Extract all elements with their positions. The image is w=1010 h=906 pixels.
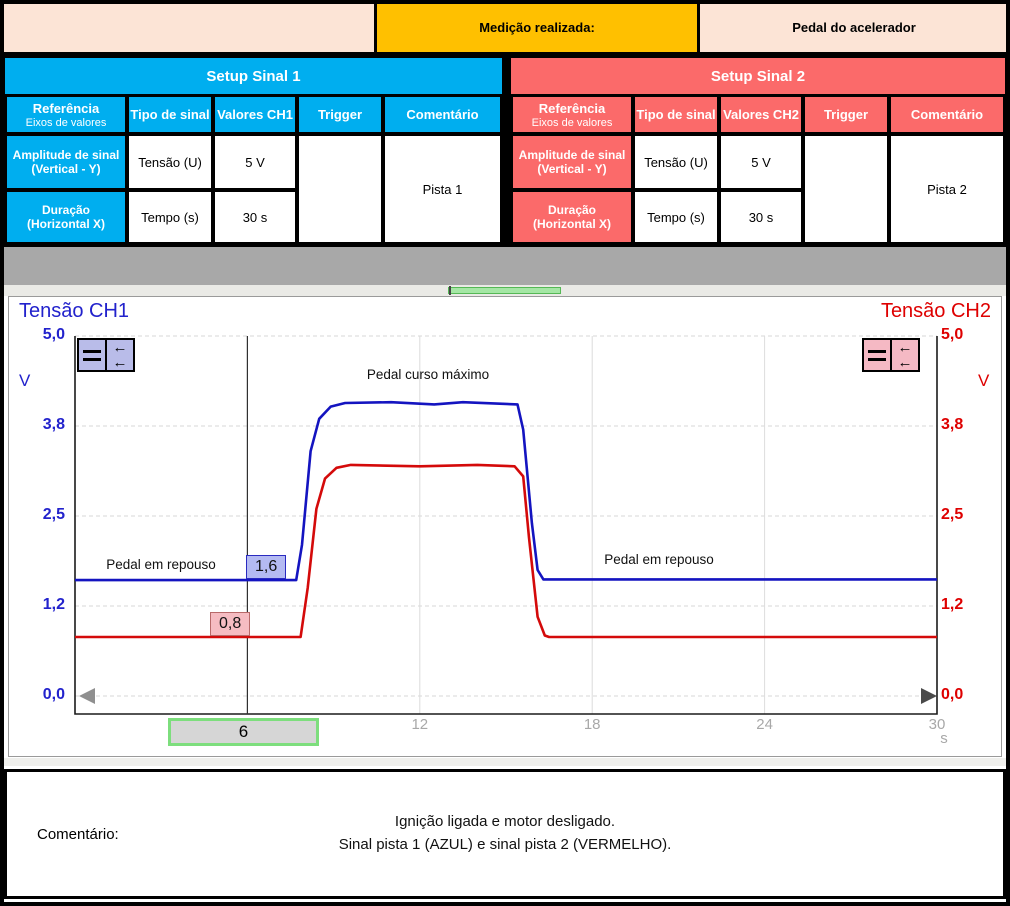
setup1-duracao-valor: 30 s <box>213 190 297 244</box>
setup2-col-comentario: Comentário <box>889 94 1005 134</box>
setup1-row-duracao-label: Duração (Horizontal X) <box>5 190 127 244</box>
annotation-pedal-em-repouso-left: Pedal em repouso <box>106 557 216 572</box>
setup1-col-referencia-main: Referência <box>33 101 99 116</box>
y-tick-label-left: 0,0 <box>23 686 65 704</box>
y-tick-label-right: 3,8 <box>941 416 983 434</box>
time-scrollbar[interactable] <box>2 285 1008 296</box>
setup2-header-row: Referência Eixos de valores Tipo de sina… <box>511 94 1005 134</box>
measurement-value: Pedal do acelerador <box>700 2 1008 52</box>
panel-bottom-strip <box>2 758 1008 766</box>
header-banner: Medição realizada: Pedal do acelerador <box>2 2 1008 55</box>
setup1-col-referencia-sub: Eixos de valores <box>26 117 107 129</box>
ch2-axis-title: Tensão CH2 <box>881 300 991 323</box>
y-tick-label-left: 3,8 <box>23 416 65 434</box>
setup2-amplitude-valor: 5 V <box>719 134 803 190</box>
separator-band <box>2 247 1008 285</box>
x-tick-label: 18 <box>572 716 612 733</box>
setup2-row-duracao-label: Duração (Horizontal X) <box>511 190 633 244</box>
x-tick-label: 30 <box>917 716 957 733</box>
ch1-rest-value-badge: 1,6 <box>246 555 286 579</box>
setup2-amplitude-tipo: Tensão (U) <box>633 134 719 190</box>
scroll-left-icon[interactable] <box>79 688 95 704</box>
setup2-comentario-cell: Pista 2 <box>889 134 1005 244</box>
x-tick-label: 12 <box>400 716 440 733</box>
setup2-col-referencia: Referência Eixos de valores <box>511 94 633 134</box>
ch2-shift-left-icon[interactable]: ← ← <box>890 338 920 372</box>
trace-ch2 <box>75 465 937 637</box>
comment-line1: Ignição ligada e motor desligado. <box>7 810 1003 833</box>
setup2-col-trigger: Trigger <box>803 94 889 134</box>
comment-section: Comentário: Ignição ligada e motor desli… <box>4 769 1006 899</box>
setup2-row-amplitude-label: Amplitude de sinal (Vertical - Y) <box>511 134 633 190</box>
y-tick-label-right: 0,0 <box>941 686 983 704</box>
ch2-channel-controls[interactable]: ← ← <box>862 338 920 372</box>
setup1-col-tipo: Tipo de sinal <box>127 94 213 134</box>
setup2-duracao-valor: 30 s <box>719 190 803 244</box>
setup1-row-amplitude-label: Amplitude de sinal (Vertical - Y) <box>5 134 127 190</box>
setup2-duracao-tipo: Tempo (s) <box>633 190 719 244</box>
setup1-trigger-cell <box>297 134 383 244</box>
setup2-title: Setup Sinal 2 <box>511 58 1005 94</box>
setup-tables: Setup Sinal 1 Referência Eixos de valore… <box>2 55 1008 247</box>
time-cursor-value-box[interactable]: 6 <box>168 718 319 746</box>
scope-svg <box>9 297 1003 758</box>
setup2-col-valores: Valores CH2 <box>719 94 803 134</box>
ch2-levels-icon[interactable] <box>862 338 892 372</box>
comment-text: Ignição ligada e motor desligado. Sinal … <box>7 810 1003 856</box>
setup1-table: Setup Sinal 1 Referência Eixos de valore… <box>2 55 505 247</box>
setup1-col-trigger: Trigger <box>297 94 383 134</box>
y-tick-label-right: 1,2 <box>941 596 983 614</box>
ch2-unit-label: V <box>978 371 989 391</box>
setup2-body: Amplitude de sinal (Vertical - Y) Tensão… <box>511 134 1005 244</box>
y-tick-label-left: 5,0 <box>23 326 65 344</box>
ch1-shift-left-icon[interactable]: ← ← <box>105 338 135 372</box>
ch1-unit-label: V <box>19 371 30 391</box>
setup1-comentario-cell: Pista 1 <box>383 134 502 244</box>
comment-line2: Sinal pista 1 (AZUL) e sinal pista 2 (VE… <box>7 833 1003 856</box>
setup1-header-row: Referência Eixos de valores Tipo de sina… <box>5 94 502 134</box>
y-tick-label-right: 5,0 <box>941 326 983 344</box>
setup1-body: Amplitude de sinal (Vertical - Y) Tensão… <box>5 134 502 244</box>
ch1-channel-controls[interactable]: ← ← <box>77 338 135 372</box>
setup1-amplitude-tipo: Tensão (U) <box>127 134 213 190</box>
setup2-col-referencia-sub: Eixos de valores <box>532 117 613 129</box>
oscilloscope-panel: Tensão CH1 Tensão CH2 V V ← ← ← ← Pedal … <box>8 296 1002 757</box>
annotation-pedal-em-repouso-right: Pedal em repouso <box>604 552 714 567</box>
measurement-label: Medição realizada: <box>374 2 700 52</box>
y-tick-label-left: 1,2 <box>23 596 65 614</box>
y-tick-label-left: 2,5 <box>23 506 65 524</box>
x-tick-label: 24 <box>745 716 785 733</box>
setup2-trigger-cell <box>803 134 889 244</box>
y-tick-label-right: 2,5 <box>941 506 983 524</box>
plot-border <box>75 336 937 714</box>
annotation-pedal-curso-maximo: Pedal curso máximo <box>367 367 489 382</box>
measurement-worksheet: Medição realizada: Pedal do acelerador S… <box>0 0 1010 906</box>
ch1-levels-icon[interactable] <box>77 338 107 372</box>
scroll-right-icon[interactable] <box>921 688 937 704</box>
ch2-rest-value-badge: 0,8 <box>210 612 250 636</box>
setup1-col-referencia: Referência Eixos de valores <box>5 94 127 134</box>
setup1-col-comentario: Comentário <box>383 94 502 134</box>
setup1-amplitude-valor: 5 V <box>213 134 297 190</box>
ch1-axis-title: Tensão CH1 <box>19 300 129 323</box>
setup2-col-tipo: Tipo de sinal <box>633 94 719 134</box>
setup1-col-valores: Valores CH1 <box>213 94 297 134</box>
setup1-title: Setup Sinal 1 <box>5 58 502 94</box>
time-scrollbar-thumb[interactable] <box>448 287 561 294</box>
setup2-col-referencia-main: Referência <box>539 101 605 116</box>
banner-spacer <box>2 2 374 52</box>
setup2-table: Setup Sinal 2 Referência Eixos de valore… <box>505 55 1008 247</box>
trace-ch1 <box>75 402 937 580</box>
setup1-duracao-tipo: Tempo (s) <box>127 190 213 244</box>
